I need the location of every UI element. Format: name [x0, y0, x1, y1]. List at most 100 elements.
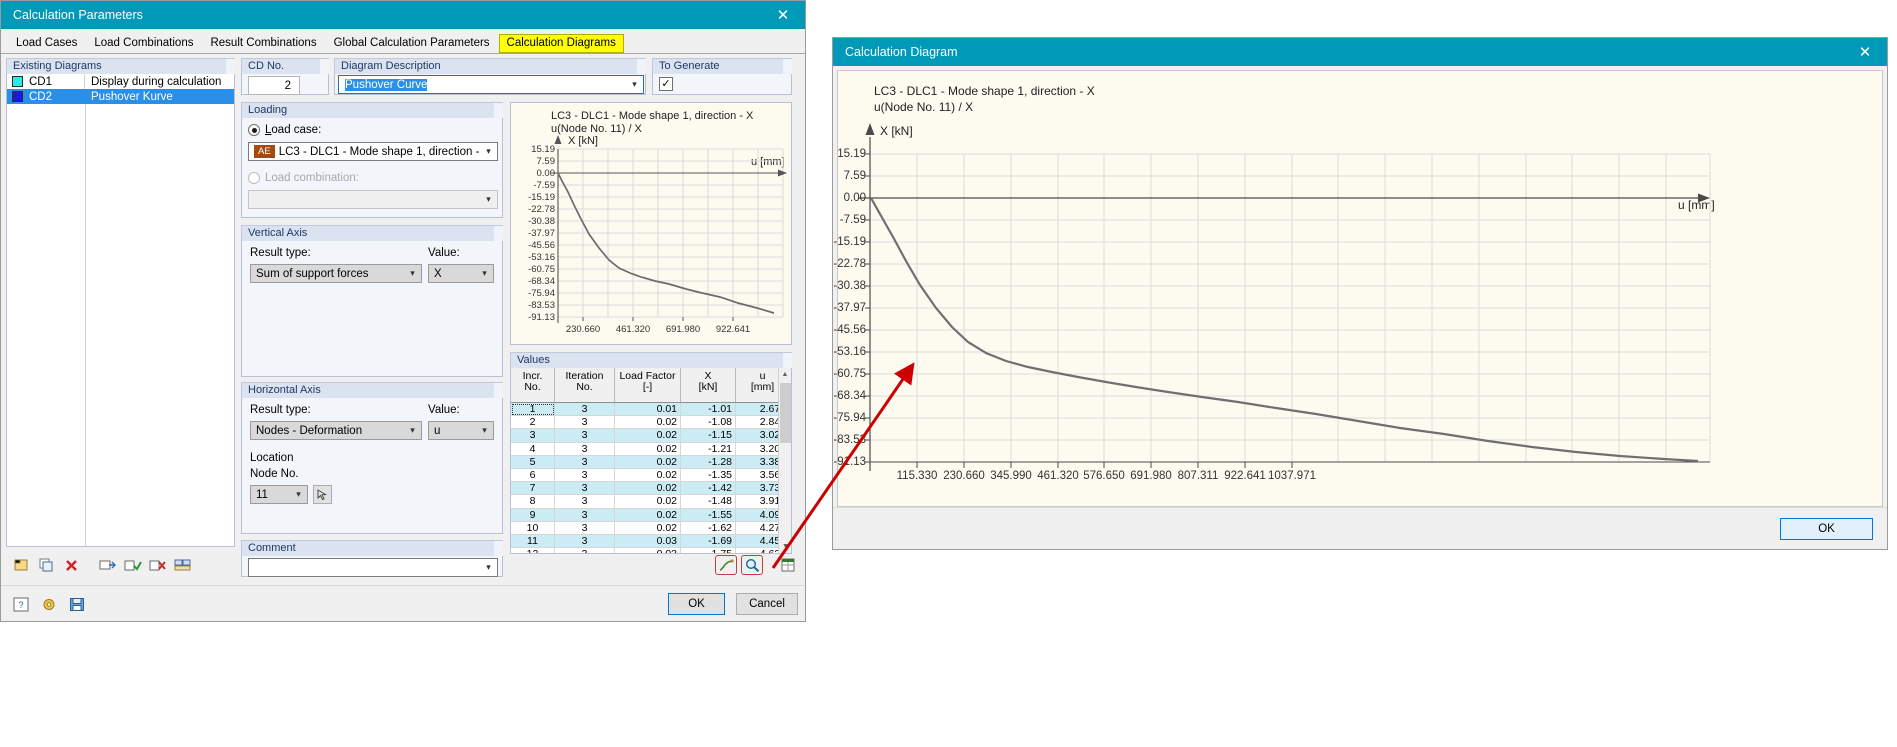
list-item-id: CD2 — [29, 90, 53, 103]
to-generate-checkbox[interactable]: ✓ — [659, 77, 673, 91]
table-row[interactable]: 9 3 0.02 -1.55 4.094 — [511, 508, 791, 522]
table-row[interactable]: 10 3 0.02 -1.62 4.272 — [511, 521, 791, 535]
chevron-down-icon[interactable]: ▾ — [404, 422, 421, 439]
table-row[interactable]: 2 3 0.02 -1.08 2.848 — [511, 416, 791, 430]
values-table-header: Incr. No. Iteration No. Load Factor [-] — [511, 368, 791, 403]
import-button[interactable] — [96, 555, 118, 575]
bottom-toolbar: ? — [10, 594, 88, 614]
list-item[interactable]: CD2 Pushover Kurve — [7, 89, 234, 104]
loading-label: Loading — [241, 102, 503, 119]
values-table-scrollbar[interactable]: ▲ ▼ — [778, 368, 791, 553]
magnifier-icon — [745, 558, 759, 573]
diagram-preview-panel: LC3 - DLC1 - Mode shape 1, direction - X… — [510, 102, 792, 345]
tab-load-combinations[interactable]: Load Combinations — [86, 34, 201, 53]
vertical-value-combo[interactable]: X ▾ — [428, 264, 494, 283]
copy-diagram-button[interactable] — [35, 555, 57, 575]
chevron-down-icon[interactable]: ▾ — [480, 559, 497, 576]
horizontal-value-combo[interactable]: u ▾ — [428, 421, 494, 440]
vertical-axis-label: Vertical Axis — [241, 225, 503, 242]
settings-icon — [43, 598, 55, 610]
location-label: Location — [250, 452, 294, 464]
load-case-value: LC3 - DLC1 - Mode shape 1, direction - X — [278, 145, 480, 158]
chevron-down-icon[interactable]: ▾ — [290, 486, 307, 503]
table-row[interactable]: 12 3 0.03 -1.75 4.628 — [511, 548, 791, 553]
chevron-down-icon: ▾ — [486, 194, 491, 204]
close-icon[interactable]: ✕ — [769, 2, 797, 28]
scrollbar-thumb[interactable] — [780, 383, 791, 443]
diagram-list-toolbar — [10, 555, 193, 575]
chevron-down-icon[interactable]: ▾ — [404, 265, 421, 282]
chevron-down-icon[interactable]: ▾ — [476, 265, 493, 282]
scroll-up-icon[interactable]: ▲ — [779, 368, 791, 381]
tab-global-calculation-parameters[interactable]: Global Calculation Parameters — [326, 34, 498, 53]
values-group: Values Incr. No. Iteration No. Load Fact… — [510, 352, 792, 554]
list-column-divider — [85, 104, 86, 546]
horizontal-result-type-value: Nodes - Deformation — [256, 424, 363, 437]
existing-diagrams-list[interactable]: CD1 Display during calculation CD2 Pusho… — [7, 74, 234, 546]
export-button[interactable] — [777, 555, 799, 575]
calculation-diagram-window: Calculation Diagram ✕ LC3 - DLC1 - Mode … — [832, 37, 1888, 550]
calculation-diagram-titlebar: Calculation Diagram ✕ — [833, 38, 1887, 66]
close-icon[interactable]: ✕ — [1851, 39, 1879, 65]
delete-diagram-button[interactable] — [60, 555, 82, 575]
tab-result-combinations[interactable]: Result Combinations — [202, 34, 324, 53]
table-row[interactable]: 1 3 0.01 -1.01 2.670 — [511, 403, 791, 417]
cd-no-group: CD No. 2 — [241, 58, 329, 95]
comment-input[interactable]: ▾ — [248, 558, 498, 577]
scroll-down-icon[interactable]: ▼ — [779, 540, 791, 553]
load-combination-radio[interactable]: Load combination: — [248, 172, 359, 184]
arrange-button[interactable] — [171, 555, 193, 575]
list-item-id-cell: CD1 — [7, 74, 85, 89]
diagram-canvas: LC3 - DLC1 - Mode shape 1, direction - X… — [833, 70, 1883, 507]
dialog-bottom-bar: ? OK Cancel — [1, 585, 805, 621]
save-button[interactable] — [66, 594, 88, 614]
tabstrip: Load Cases Load Combinations Result Comb… — [1, 32, 805, 54]
load-case-radio[interactable]: Load case: — [248, 124, 321, 136]
table-row[interactable]: 11 3 0.03 -1.69 4.450 — [511, 534, 791, 549]
values-table[interactable]: Incr. No. Iteration No. Load Factor [-] — [511, 368, 791, 553]
chevron-down-icon[interactable]: ▾ — [626, 76, 643, 93]
help-button[interactable]: ? — [10, 594, 32, 614]
svg-text:?: ? — [18, 600, 23, 610]
list-item[interactable]: CD1 Display during calculation — [7, 74, 234, 89]
node-no-combo[interactable]: 11 ▾ — [250, 485, 308, 504]
table-row[interactable]: 7 3 0.02 -1.42 3.738 — [511, 482, 791, 496]
chevron-down-icon[interactable]: ▾ — [480, 143, 497, 160]
list-item-id: CD1 — [29, 75, 53, 88]
pick-node-icon — [317, 488, 327, 500]
pick-node-button[interactable] — [313, 485, 332, 504]
horizontal-axis-label: Horizontal Axis — [241, 382, 503, 399]
ok-button[interactable]: OK — [668, 593, 725, 615]
tab-load-cases[interactable]: Load Cases — [8, 34, 85, 53]
horizontal-result-type-combo[interactable]: Nodes - Deformation ▾ — [250, 421, 422, 440]
cd-no-input[interactable]: 2 — [248, 76, 300, 95]
cancel-button[interactable]: Cancel — [736, 593, 798, 615]
diagram-description-label: Diagram Description — [334, 58, 646, 75]
table-row[interactable]: 8 3 0.02 -1.48 3.916 — [511, 495, 791, 509]
chevron-down-icon[interactable]: ▾ — [476, 422, 493, 439]
table-row[interactable]: 4 3 0.02 -1.21 3.204 — [511, 442, 791, 456]
check-icon: ✓ — [661, 77, 671, 90]
vertical-result-type-combo[interactable]: Sum of support forces ▾ — [250, 264, 422, 283]
tab-calculation-diagrams[interactable]: Calculation Diagrams — [498, 34, 624, 53]
view-diagram-button[interactable] — [741, 555, 763, 575]
table-row[interactable]: 5 3 0.02 -1.28 3.382 — [511, 455, 791, 469]
select-all-button[interactable] — [121, 555, 143, 575]
deselect-all-button[interactable] — [146, 555, 168, 575]
list-item-description: Pushover Kurve — [91, 90, 173, 103]
calculation-parameters-titlebar: Calculation Parameters ✕ — [1, 1, 805, 29]
edit-curve-button[interactable] — [715, 555, 737, 575]
load-case-radio-label: Load case: — [265, 124, 322, 136]
col-incr-no: Incr. No. — [511, 368, 555, 402]
horizontal-value-value: u — [434, 424, 441, 437]
horizontal-value-label: Value: — [428, 404, 460, 416]
load-case-combo[interactable]: AE LC3 - DLC1 - Mode shape 1, direction … — [248, 142, 498, 161]
vertical-value-label: Value: — [428, 247, 460, 259]
diagram-description-input[interactable]: Pushover Curve ▾ — [338, 75, 644, 94]
settings-button[interactable] — [38, 594, 60, 614]
new-diagram-button[interactable] — [10, 555, 32, 575]
table-row[interactable]: 6 3 0.02 -1.35 3.560 — [511, 468, 791, 483]
diagram-ok-button[interactable]: OK — [1780, 518, 1873, 540]
table-row[interactable]: 3 3 0.02 -1.15 3.026 — [511, 429, 791, 443]
col-load-factor: Load Factor [-] — [615, 368, 681, 402]
